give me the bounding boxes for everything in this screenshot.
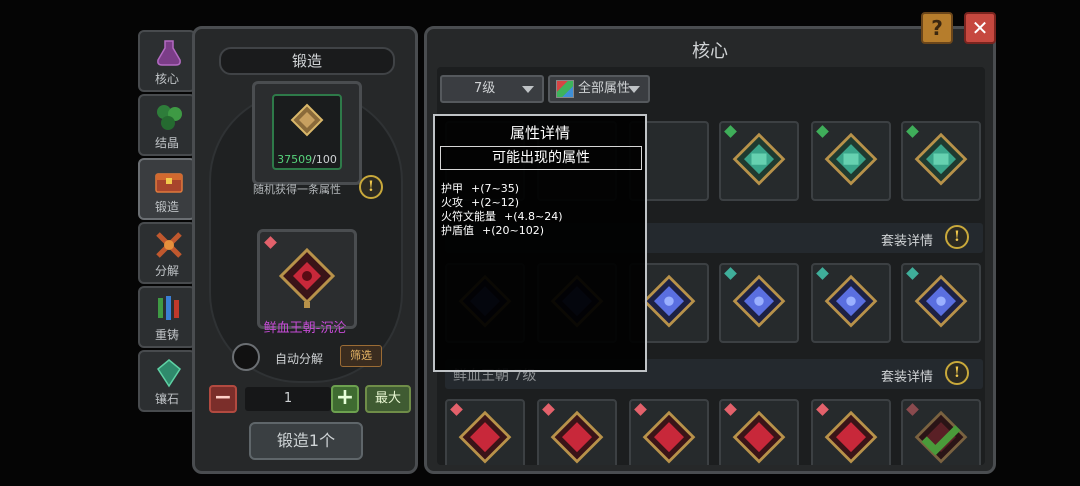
- blood-core-icon: [458, 410, 512, 464]
- side-tab-label: 重铸: [154, 328, 179, 342]
- stat-row: 护盾值 +(20~102): [441, 222, 544, 238]
- stat-name: 护盾值: [441, 224, 474, 237]
- material-current: 37509: [277, 153, 313, 166]
- blood-core-icon: [824, 410, 878, 464]
- set-detail-label[interactable]: 套装详情: [881, 230, 933, 249]
- inlay-stone-icon: [157, 359, 181, 388]
- filter-button[interactable]: 筛选: [340, 345, 382, 367]
- tooltip-title: 属性详情: [509, 124, 570, 142]
- attribute-color-icon: [556, 80, 574, 98]
- core-slot[interactable]: [811, 399, 891, 465]
- forge-panel-title: 锻造: [219, 47, 395, 75]
- side-tab-core[interactable]: 核心: [138, 30, 196, 92]
- info-icon[interactable]: !: [945, 361, 969, 385]
- core-slot[interactable]: [811, 263, 891, 343]
- core-slot[interactable]: [901, 121, 981, 201]
- level-dropdown[interactable]: 7级: [440, 75, 544, 103]
- chevron-down-icon: [628, 86, 640, 93]
- core-slot[interactable]: [719, 399, 799, 465]
- minus-button[interactable]: −: [209, 385, 237, 413]
- attribute-detail-tooltip: 属性详情 可能出现的属性 护甲 +(7~35) 火攻 +(2~12) 火符文能量 +(…: [433, 114, 647, 372]
- side-tab-label: 结晶: [154, 136, 179, 150]
- material-count: 37509/100: [274, 153, 340, 166]
- attribute-dropdown[interactable]: 全部属性: [548, 75, 650, 103]
- core-slot[interactable]: [719, 121, 799, 201]
- recast-icon: [158, 296, 179, 320]
- side-tab-label: 锻造: [154, 200, 179, 214]
- level-dropdown-value: 7级: [474, 81, 496, 96]
- material-required: /100: [312, 153, 337, 166]
- green-core-icon: [732, 132, 786, 186]
- result-item-name: 鲜血王朝-沉沦: [263, 321, 347, 336]
- core-slot[interactable]: [719, 263, 799, 343]
- decompose-icon: [156, 232, 182, 258]
- stat-range: +(20~102): [482, 224, 545, 237]
- material-frame: 37509/100: [252, 81, 362, 185]
- green-core-icon: [824, 132, 878, 186]
- blood-core-icon: [550, 410, 604, 464]
- blood-core-icon: [642, 410, 696, 464]
- core-slot[interactable]: [537, 399, 617, 465]
- blood-core-icon: [732, 410, 786, 464]
- auto-decompose-checkbox[interactable]: [232, 343, 260, 371]
- blue-core-icon: [824, 274, 878, 328]
- side-tab-crystal[interactable]: 结晶: [138, 94, 196, 156]
- quantity-field[interactable]: 1: [245, 387, 331, 411]
- plus-button[interactable]: +: [331, 385, 359, 413]
- forge-chest-icon: [155, 173, 183, 193]
- material-slot[interactable]: 37509/100: [272, 94, 342, 170]
- core-slot[interactable]: [629, 399, 709, 465]
- blue-core-icon: [642, 274, 696, 328]
- random-attribute-text: 随机获得一条属性: [253, 183, 341, 196]
- blood-core-icon[interactable]: [275, 246, 339, 310]
- crystal-icon: [157, 105, 182, 130]
- side-tab-decompose[interactable]: 分解: [138, 222, 196, 284]
- set-detail-label[interactable]: 套装详情: [881, 366, 933, 385]
- side-tab-inlay[interactable]: 镶石: [138, 350, 196, 412]
- side-tab-label: 核心: [154, 72, 179, 86]
- close-button[interactable]: ✕: [964, 12, 996, 44]
- blue-core-icon: [914, 274, 968, 328]
- result-frame: [257, 229, 357, 329]
- green-core-icon: [914, 132, 968, 186]
- core-panel-title: 核心: [692, 41, 728, 62]
- chevron-down-icon: [522, 86, 534, 93]
- forge-material-icon: [290, 103, 324, 137]
- auto-decompose-label: 自动分解: [275, 352, 324, 366]
- core-slot[interactable]: [811, 121, 891, 201]
- core-flask-icon: [157, 40, 181, 66]
- attribute-dropdown-value: 全部属性: [578, 81, 631, 96]
- side-tab-label: 分解: [154, 264, 179, 278]
- side-tab-forge[interactable]: 锻造: [138, 158, 196, 220]
- core-slot-selected[interactable]: [901, 399, 981, 465]
- forge-panel: 锻造 37509/100 随机获得一条属性 ! 鲜血王朝-沉沦 自动分解 筛选 …: [192, 26, 418, 474]
- core-slot[interactable]: [901, 263, 981, 343]
- forge-button[interactable]: 锻造1个: [249, 422, 363, 460]
- info-icon[interactable]: !: [945, 225, 969, 249]
- help-button[interactable]: ?: [921, 12, 953, 44]
- blue-core-icon: [732, 274, 786, 328]
- max-button[interactable]: 最大: [365, 385, 411, 413]
- check-icon: [921, 425, 961, 456]
- core-slot[interactable]: [445, 399, 525, 465]
- side-tab-recast[interactable]: 重铸: [138, 286, 196, 348]
- side-tab-label: 镶石: [154, 392, 179, 406]
- tooltip-subtitle: 可能出现的属性: [440, 146, 642, 170]
- info-icon[interactable]: !: [359, 175, 383, 199]
